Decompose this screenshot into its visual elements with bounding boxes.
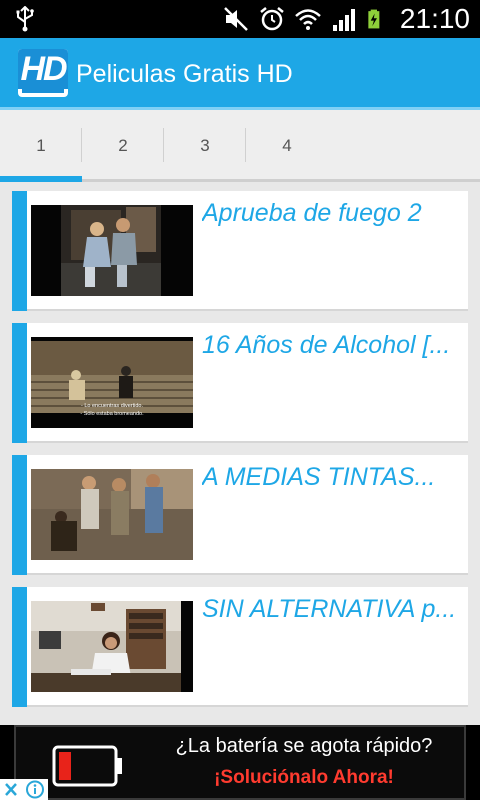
ad-info-icon[interactable]	[22, 779, 48, 800]
tab-2[interactable]: 2	[82, 110, 164, 179]
wifi-icon	[295, 9, 321, 30]
movie-thumbnail[interactable]	[31, 601, 193, 692]
movie-list: Aprueba de fuego 2 - Lo encuentras diver…	[12, 191, 468, 719]
ad-banner[interactable]: ¿La batería se agota rápido? ¡Soluciónal…	[0, 725, 480, 800]
page-tabs: 1 2 3 4	[0, 110, 480, 182]
signal-icon	[332, 9, 355, 31]
app-logo: HD	[18, 49, 68, 97]
ad-headline: ¿La batería se agota rápido?	[175, 735, 433, 757]
tab-3[interactable]: 3	[164, 110, 246, 179]
item-accent-bar	[12, 455, 27, 575]
app-title: Peliculas Gratis HD	[76, 60, 293, 88]
alarm-icon	[260, 7, 284, 31]
ad-frame: ¿La batería se agota rápido? ¡Soluciónal…	[14, 725, 466, 800]
status-time: 21:10	[399, 3, 470, 34]
app-logo-text: HD	[18, 49, 68, 89]
movie-item[interactable]: - Lo encuentras divertido. - Sólo estaba…	[12, 323, 468, 443]
tab-label: 3	[200, 136, 210, 155]
battery-low-icon	[52, 745, 122, 787]
movie-item[interactable]: SIN ALTERNATIVA p...	[12, 587, 468, 707]
movie-title: Aprueba de fuego 2	[202, 199, 422, 227]
movie-item[interactable]: Aprueba de fuego 2	[12, 191, 468, 311]
usb-icon	[16, 6, 34, 32]
app-bar: HD Peliculas Gratis HD	[0, 38, 480, 110]
movie-thumbnail[interactable]	[31, 205, 193, 296]
movie-title: A MEDIAS TINTAS...	[202, 463, 436, 491]
mute-icon	[224, 7, 248, 31]
tab-4[interactable]: 4	[246, 110, 328, 179]
movie-item[interactable]: A MEDIAS TINTAS...	[12, 455, 468, 575]
movie-thumbnail[interactable]: - Lo encuentras divertido. - Sólo estaba…	[31, 337, 193, 428]
thumbnail-subtitle-1: - Lo encuentras divertido.	[81, 403, 144, 409]
movie-title: 16 Años de Alcohol [...	[202, 331, 451, 359]
battery-charging-icon	[368, 9, 380, 29]
status-bar: 21:10	[0, 0, 480, 38]
thumbnail-subtitle-2: - Sólo estaba bromeando.	[80, 411, 144, 417]
movie-thumbnail[interactable]	[31, 469, 193, 560]
tab-1[interactable]: 1	[0, 110, 82, 182]
ad-close-icon[interactable]	[0, 779, 22, 800]
tab-label: 4	[282, 136, 292, 155]
item-accent-bar	[12, 191, 27, 311]
tab-label: 2	[118, 136, 128, 155]
ad-call-to-action: ¡Soluciónalo Ahora!	[214, 767, 394, 788]
item-accent-bar	[12, 323, 27, 443]
movie-title: SIN ALTERNATIVA p...	[202, 595, 457, 623]
tab-label: 1	[36, 136, 46, 155]
item-accent-bar	[12, 587, 27, 707]
